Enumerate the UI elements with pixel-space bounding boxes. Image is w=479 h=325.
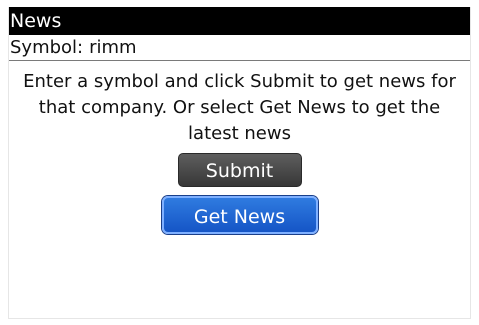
page-title: News — [10, 10, 62, 32]
symbol-label: Symbol: — [10, 37, 84, 58]
symbol-field[interactable]: Symbol: rimm — [9, 35, 470, 61]
get-news-button[interactable]: Get News — [161, 196, 318, 234]
button-area: Submit Get News — [9, 153, 470, 234]
title-bar: News — [9, 7, 470, 35]
symbol-input[interactable]: rimm — [89, 37, 136, 58]
news-screen: News Symbol: rimm Enter a symbol and clic… — [8, 7, 471, 319]
instructions-text: Enter a symbol and click Submit to get n… — [23, 71, 456, 144]
submit-button[interactable]: Submit — [177, 153, 302, 187]
